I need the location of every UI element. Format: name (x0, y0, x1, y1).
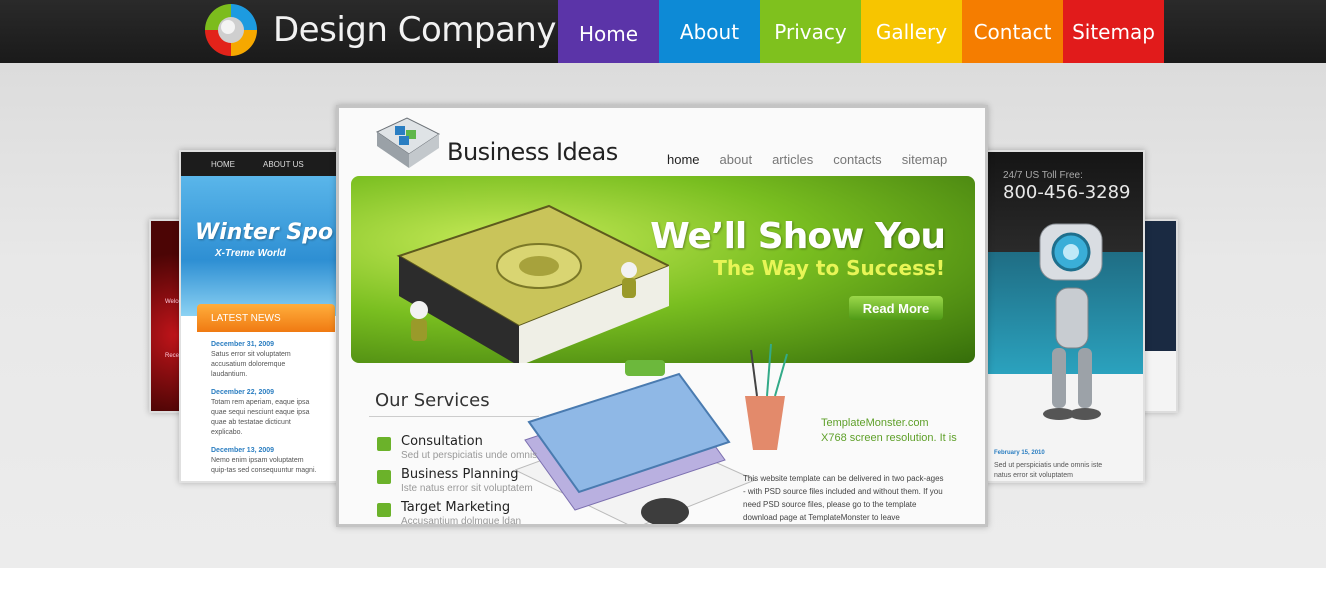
preview-card-winter-sports[interactable]: HOME ABOUT US Winter Spo X-Treme World L… (179, 150, 349, 483)
service-desc: Iste natus error sit voluptatem (401, 483, 533, 494)
nav-sitemap[interactable]: Sitemap (1063, 0, 1164, 63)
showcase-stage: Welco Rece HOME ABOUT US Winter Spo X-Tr… (0, 63, 1326, 568)
nav-home[interactable]: Home (558, 0, 659, 68)
services-title: Our Services (375, 390, 490, 411)
news-date: December 31, 2009 (211, 341, 275, 348)
services-divider (369, 416, 539, 417)
service-desc: Sed ut perspiciatis unde omnis (401, 450, 538, 461)
service-desc: Accusantium dolmque ldan (401, 516, 522, 527)
preview-winter-hero: Winter Spo X-Treme World (181, 176, 347, 316)
brand[interactable]: Design Company (203, 2, 556, 58)
body-text: This website template can be delivered i… (743, 474, 944, 522)
preview-winter-subtitle: X-Treme World (215, 248, 286, 259)
brand-title: Design Company (273, 10, 556, 50)
read-more-button[interactable]: Read More (849, 296, 943, 320)
nav-about[interactable]: About (659, 0, 760, 63)
service-name: Business Planning (401, 467, 519, 482)
preview-winter-news-list: December 31, 2009 Satus error sit volupt… (197, 332, 335, 481)
service-item-consultation[interactable]: Consultation Sed ut perspiciatis unde om… (377, 434, 537, 461)
news-text: Nemo enim ipsam voluptatem quip-tas sed … (211, 457, 317, 474)
bi-nav-home: home (667, 152, 700, 167)
banner-subheading: The Way to Success! (713, 256, 945, 280)
preview-card-business-ideas[interactable]: Business Ideas home about articles conta… (336, 105, 988, 527)
preview-winter-news-heading: LATEST NEWS (197, 304, 335, 332)
top-bar: Design Company Home About Privacy Galler… (0, 0, 1326, 68)
service-name: Target Marketing (401, 500, 511, 515)
preview-robot-phone: 800-456-3289 (1003, 182, 1131, 203)
news-text: Satus error sit voluptatem accusatium do… (211, 351, 291, 378)
nav-contact[interactable]: Contact (962, 0, 1063, 63)
promo-line-2: X768 screen resolution. It is (821, 432, 957, 444)
service-check-icon (377, 437, 391, 451)
nav-privacy[interactable]: Privacy (760, 0, 861, 63)
promo-text: TemplateMonster.com X768 screen resoluti… (821, 416, 957, 446)
news-date: December 22, 2009 (211, 389, 275, 396)
service-item-business-planning[interactable]: Business Planning Iste natus error sit v… (377, 467, 533, 494)
preview-left-far-text-2: Rece (165, 353, 180, 359)
business-ideas-logo-icon (375, 117, 440, 168)
preview-winter-title: Winter Spo (195, 220, 334, 245)
bi-nav-articles: articles (772, 152, 814, 167)
bi-nav-about: about (719, 152, 753, 167)
promo-line-1: TemplateMonster.com (821, 417, 929, 429)
preview-winter-nav: HOME ABOUT US (181, 152, 347, 176)
preview-robot-text: Sed ut perspiciatis unde omnis iste natu… (994, 462, 1103, 479)
page-below-showcase (0, 568, 1326, 608)
nav-gallery[interactable]: Gallery (861, 0, 962, 63)
service-name: Consultation (401, 434, 483, 449)
service-check-icon (377, 470, 391, 484)
service-item-target-marketing[interactable]: Target Marketing Accusantium dolmque lda… (377, 500, 522, 527)
logo-icon (205, 4, 257, 56)
business-ideas-title: Business Ideas (447, 138, 618, 166)
main-nav: Home About Privacy Gallery Contact Sitem… (558, 0, 1164, 68)
banner-heading: We’ll Show You (650, 216, 946, 257)
robot-illustration-icon (1039, 223, 1103, 420)
preview-robot-date: February 15, 2010 (994, 450, 1045, 456)
preview-winter-nav-about: ABOUT US (263, 159, 304, 169)
service-check-icon (377, 503, 391, 517)
preview-card-robot[interactable]: 24/7 US Toll Free: 800-456-3289 February… (976, 150, 1145, 483)
preview-robot-toll-label: 24/7 US Toll Free: (1003, 170, 1083, 181)
bi-nav-sitemap: sitemap (901, 152, 948, 167)
business-ideas-nav: home about articles contacts sitemap (667, 152, 947, 167)
preview-winter-nav-home: HOME (211, 159, 235, 169)
news-text: Totam rem aperiam, eaque ipsa quae sequi… (211, 399, 310, 436)
news-date: December 13, 2009 (211, 447, 275, 454)
bi-nav-contacts: contacts (833, 152, 882, 167)
